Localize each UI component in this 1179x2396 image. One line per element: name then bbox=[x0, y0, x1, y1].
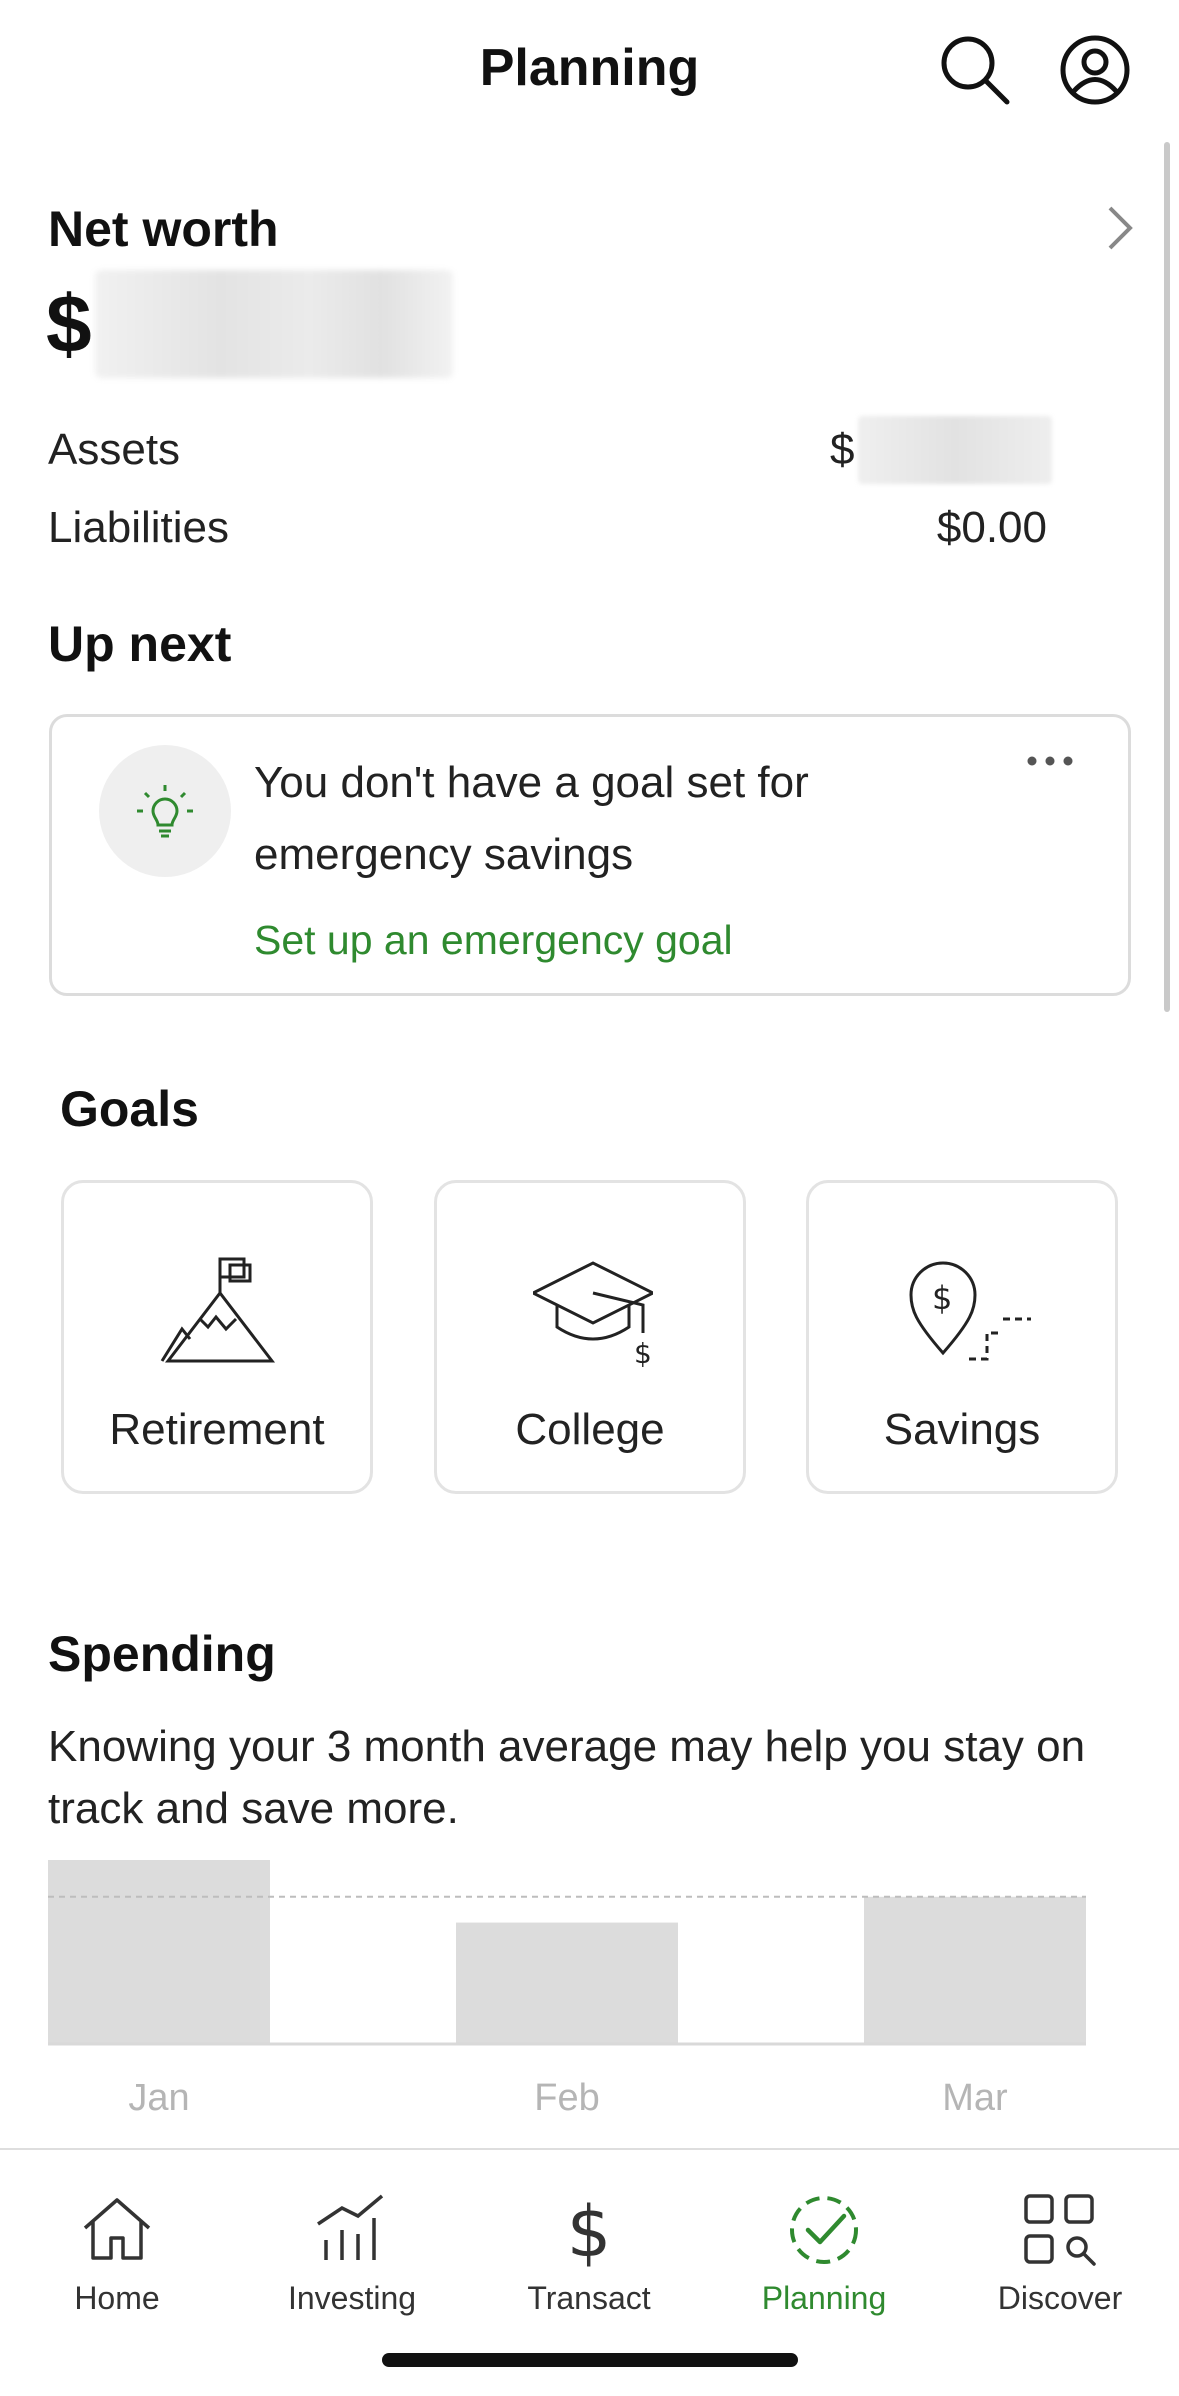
tab-planning[interactable]: Planning bbox=[724, 2170, 924, 2330]
month-tick-label: Feb bbox=[534, 2077, 599, 2119]
goals-title: Goals bbox=[60, 1081, 199, 1137]
liabilities-label: Liabilities bbox=[48, 503, 229, 552]
svg-text:$: $ bbox=[634, 1337, 652, 1370]
liabilities-value: $0.00 bbox=[936, 503, 1047, 552]
home-indicator[interactable] bbox=[382, 2353, 798, 2367]
spending-description: Knowing your 3 month average may help yo… bbox=[48, 1722, 1086, 1833]
grid-search-icon bbox=[1024, 2194, 1096, 2266]
goal-card-college[interactable]: $ College bbox=[434, 1180, 746, 1494]
chevron-right-icon[interactable] bbox=[1100, 202, 1140, 254]
search-icon[interactable] bbox=[935, 30, 1015, 110]
tab-transact[interactable]: $ Transact bbox=[489, 2170, 689, 2330]
tab-investing[interactable]: Investing bbox=[252, 2170, 452, 2330]
spending-title: Spending bbox=[48, 1626, 276, 1682]
spending-bar-mar[interactable] bbox=[864, 1896, 1086, 2044]
more-options-icon[interactable] bbox=[1020, 741, 1080, 781]
svg-text:$: $ bbox=[567, 2191, 612, 2270]
home-icon bbox=[83, 2198, 151, 2260]
mountain-flag-icon bbox=[160, 1257, 276, 1363]
tab-label-home: Home bbox=[74, 2280, 160, 2316]
up-next-title: Up next bbox=[48, 616, 232, 672]
bar-chart-trend-icon bbox=[317, 2194, 384, 2260]
net-worth-value-redacted bbox=[95, 270, 453, 378]
assets-value-redacted bbox=[858, 416, 1052, 484]
month-tick-label: Mar bbox=[942, 2077, 1008, 2119]
dollar-icon: $ bbox=[567, 2191, 612, 2270]
graduation-cap-icon: $ bbox=[533, 1261, 653, 1370]
goal-label-savings: Savings bbox=[883, 1405, 1041, 1454]
tab-label-planning: Planning bbox=[761, 2280, 887, 2316]
location-dollar-icon: $ bbox=[909, 1261, 1031, 1361]
assets-label: Assets bbox=[48, 425, 181, 474]
net-worth-title[interactable]: Net worth bbox=[48, 200, 279, 258]
up-next-card[interactable]: You don't have a goal set for emergency … bbox=[49, 714, 1131, 996]
tab-discover[interactable]: Discover bbox=[960, 2170, 1160, 2330]
month-tick-label: Jan bbox=[128, 2077, 189, 2119]
svg-text:$: $ bbox=[932, 1279, 952, 1317]
set-up-emergency-goal-link[interactable]: Set up an emergency goal bbox=[254, 917, 733, 964]
check-circle-icon bbox=[790, 2196, 858, 2264]
goal-label-college: College bbox=[515, 1405, 665, 1454]
tab-label-transact: Transact bbox=[527, 2280, 651, 2316]
goal-label-retirement: Retirement bbox=[109, 1405, 325, 1454]
scrollbar[interactable] bbox=[1164, 142, 1170, 1012]
spending-bar-jan[interactable] bbox=[48, 1860, 270, 2044]
tab-home[interactable]: Home bbox=[17, 2170, 217, 2330]
net-worth-currency: $ bbox=[46, 279, 92, 370]
profile-icon[interactable] bbox=[1055, 30, 1135, 110]
spending-bar-feb[interactable] bbox=[456, 1922, 678, 2044]
top-header: Planning bbox=[0, 0, 1179, 140]
tab-label-discover: Discover bbox=[997, 2280, 1123, 2316]
spending-chart[interactable]: Jan Feb Mar bbox=[48, 1860, 1086, 2120]
goal-card-savings[interactable]: $ Savings bbox=[806, 1180, 1118, 1494]
tab-label-investing: Investing bbox=[287, 2280, 417, 2316]
goal-card-retirement[interactable]: Retirement bbox=[61, 1180, 373, 1494]
lightbulb-icon bbox=[99, 745, 231, 877]
up-next-message: You don't have a goal set for emergency … bbox=[254, 758, 809, 879]
assets-currency: $ bbox=[830, 425, 855, 474]
